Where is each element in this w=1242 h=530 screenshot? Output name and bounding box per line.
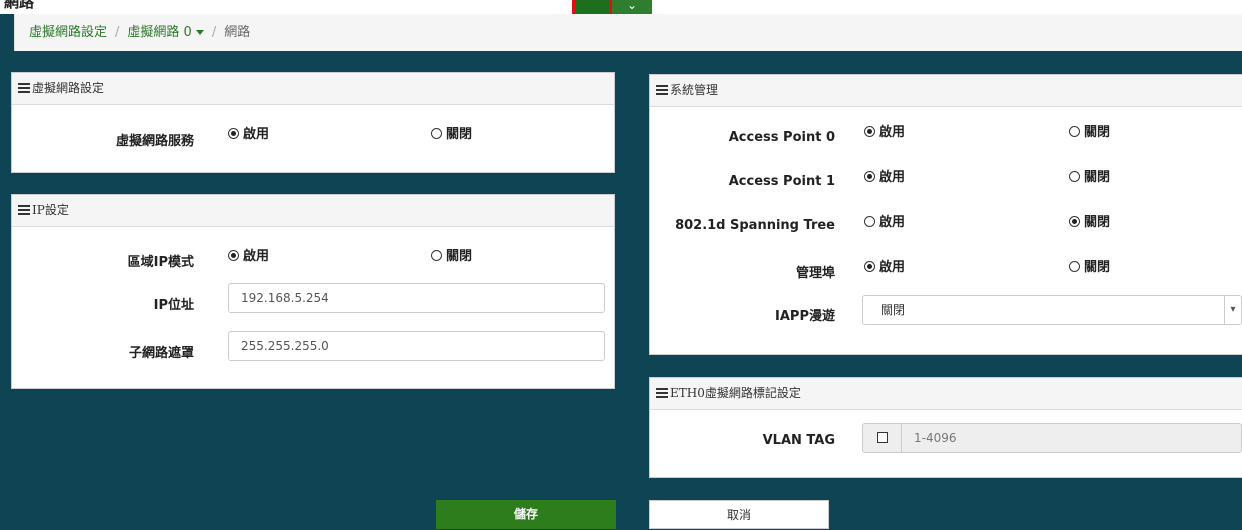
- lan-ip-mode-enable-radio[interactable]: 啟用: [228, 245, 269, 264]
- panel-title: IP設定: [32, 203, 69, 217]
- save-button[interactable]: 儲存: [436, 500, 616, 529]
- vlan-service-enable-radio[interactable]: 啟用: [228, 123, 269, 142]
- vlan-service-disable-radio[interactable]: 關閉: [431, 123, 472, 142]
- radio-checked-icon: [1069, 216, 1080, 227]
- list-icon: [18, 205, 30, 215]
- radio-label: 啟用: [879, 260, 906, 275]
- spanning-tree-enable-radio[interactable]: 啟用: [864, 211, 905, 230]
- ip-address-input[interactable]: 192.168.5.254: [228, 283, 605, 313]
- access-point-1-enable-radio[interactable]: 啟用: [864, 166, 905, 185]
- radio-label: 關閉: [1084, 125, 1111, 140]
- system-management-panel: 系統管理 Access Point 0 啟用 關閉 Access Point 1…: [649, 74, 1242, 355]
- radio-unchecked-icon: [1069, 126, 1080, 137]
- subnet-mask-label: 子網路遮罩: [128, 346, 194, 361]
- list-icon: [18, 83, 30, 93]
- radio-unchecked-icon: [431, 128, 442, 139]
- top-strip: 網路 ⌄: [0, 0, 1242, 14]
- vlan-tag-checkbox-addon: [862, 423, 902, 453]
- access-point-0-enable-radio[interactable]: 啟用: [864, 121, 905, 140]
- lan-ip-mode-disable-radio[interactable]: 關閉: [431, 245, 472, 264]
- radio-checked-icon: [864, 126, 875, 137]
- subnet-mask-input[interactable]: 255.255.255.0: [228, 331, 605, 361]
- radio-label: 關閉: [1084, 170, 1111, 185]
- management-port-disable-radio[interactable]: 關閉: [1069, 256, 1110, 275]
- breadcrumb-item-network: 網路: [224, 25, 251, 40]
- panel-title: 虛擬網路設定: [32, 81, 105, 95]
- radio-unchecked-icon: [864, 216, 875, 227]
- dropdown-button[interactable]: ⌄: [612, 0, 652, 14]
- radio-unchecked-icon: [1069, 261, 1080, 272]
- radio-label: 啟用: [243, 127, 270, 142]
- cancel-button[interactable]: 取消: [649, 500, 829, 529]
- breadcrumb-item-vlan-settings[interactable]: 虛擬網路設定: [29, 25, 107, 40]
- radio-checked-icon: [228, 250, 239, 261]
- radio-checked-icon: [864, 171, 875, 182]
- radio-unchecked-icon: [431, 250, 442, 261]
- highlight-box: [572, 0, 612, 14]
- panel-header: IP設定: [12, 195, 614, 227]
- radio-checked-icon: [228, 128, 239, 139]
- list-icon: [656, 388, 668, 398]
- radio-label: 關閉: [1084, 215, 1111, 230]
- lan-ip-mode-label: 區域IP模式: [127, 255, 194, 270]
- eth0-vlan-tag-panel: ETH0虛擬網路標記設定 VLAN TAG 1-4096: [649, 377, 1242, 478]
- panel-title: 系統管理: [670, 83, 719, 97]
- panel-title: ETH0虛擬網路標記設定: [670, 386, 801, 400]
- radio-label: 關閉: [446, 249, 473, 264]
- radio-checked-icon: [864, 261, 875, 272]
- ip-settings-panel: IP設定 區域IP模式 啟用 關閉 IP位址 192.168.5.254 子網路…: [11, 194, 615, 389]
- vlan-settings-panel: 虛擬網路設定 虛擬網路服務 啟用 關閉: [11, 72, 615, 173]
- breadcrumb-item-vlan-0[interactable]: 虛擬網路 0: [127, 25, 204, 40]
- access-point-1-disable-radio[interactable]: 關閉: [1069, 166, 1110, 185]
- panel-header: 系統管理: [650, 75, 1242, 107]
- access-point-1-label: Access Point 1: [728, 174, 835, 189]
- management-port-label: 管理埠: [795, 266, 835, 281]
- breadcrumb: 虛擬網路設定 / 虛擬網路 0 / 網路: [14, 14, 1242, 51]
- breadcrumb-separator: /: [115, 25, 120, 40]
- spanning-tree-label: 802.1d Spanning Tree: [675, 218, 835, 233]
- breadcrumb-separator: /: [211, 25, 217, 40]
- radio-label: 關閉: [1084, 260, 1111, 275]
- top-caption: 網路: [4, 0, 35, 11]
- panel-header: 虛擬網路設定: [12, 73, 614, 105]
- radio-label: 啟用: [879, 170, 906, 185]
- radio-label: 啟用: [243, 249, 270, 264]
- ip-address-label: IP位址: [153, 298, 194, 313]
- spanning-tree-disable-radio[interactable]: 關閉: [1069, 211, 1110, 230]
- iapp-roaming-select[interactable]: 關閉 ▾: [862, 295, 1242, 325]
- access-point-0-disable-radio[interactable]: 關閉: [1069, 121, 1110, 140]
- access-point-0-label: Access Point 0: [728, 130, 835, 145]
- vlan-tag-checkbox[interactable]: [877, 432, 888, 443]
- chevron-down-icon: ⌄: [626, 0, 638, 12]
- radio-unchecked-icon: [1069, 171, 1080, 182]
- panel-header: ETH0虛擬網路標記設定: [650, 378, 1242, 410]
- caret-down-icon: [195, 30, 204, 35]
- select-value: 關閉: [881, 303, 906, 317]
- breadcrumb-item-vlan-0-label: 虛擬網路 0: [127, 25, 192, 40]
- radio-label: 關閉: [446, 127, 473, 142]
- radio-label: 啟用: [879, 215, 906, 230]
- management-port-enable-radio[interactable]: 啟用: [864, 256, 905, 275]
- radio-label: 啟用: [879, 125, 906, 140]
- vlan-service-label: 虛擬網路服務: [115, 134, 194, 149]
- vlan-tag-label: VLAN TAG: [762, 433, 835, 448]
- iapp-roaming-label: IAPP漫遊: [775, 309, 835, 324]
- list-icon: [656, 85, 668, 95]
- chevron-down-icon: ▾: [1224, 296, 1241, 324]
- vlan-tag-input[interactable]: 1-4096: [901, 423, 1242, 453]
